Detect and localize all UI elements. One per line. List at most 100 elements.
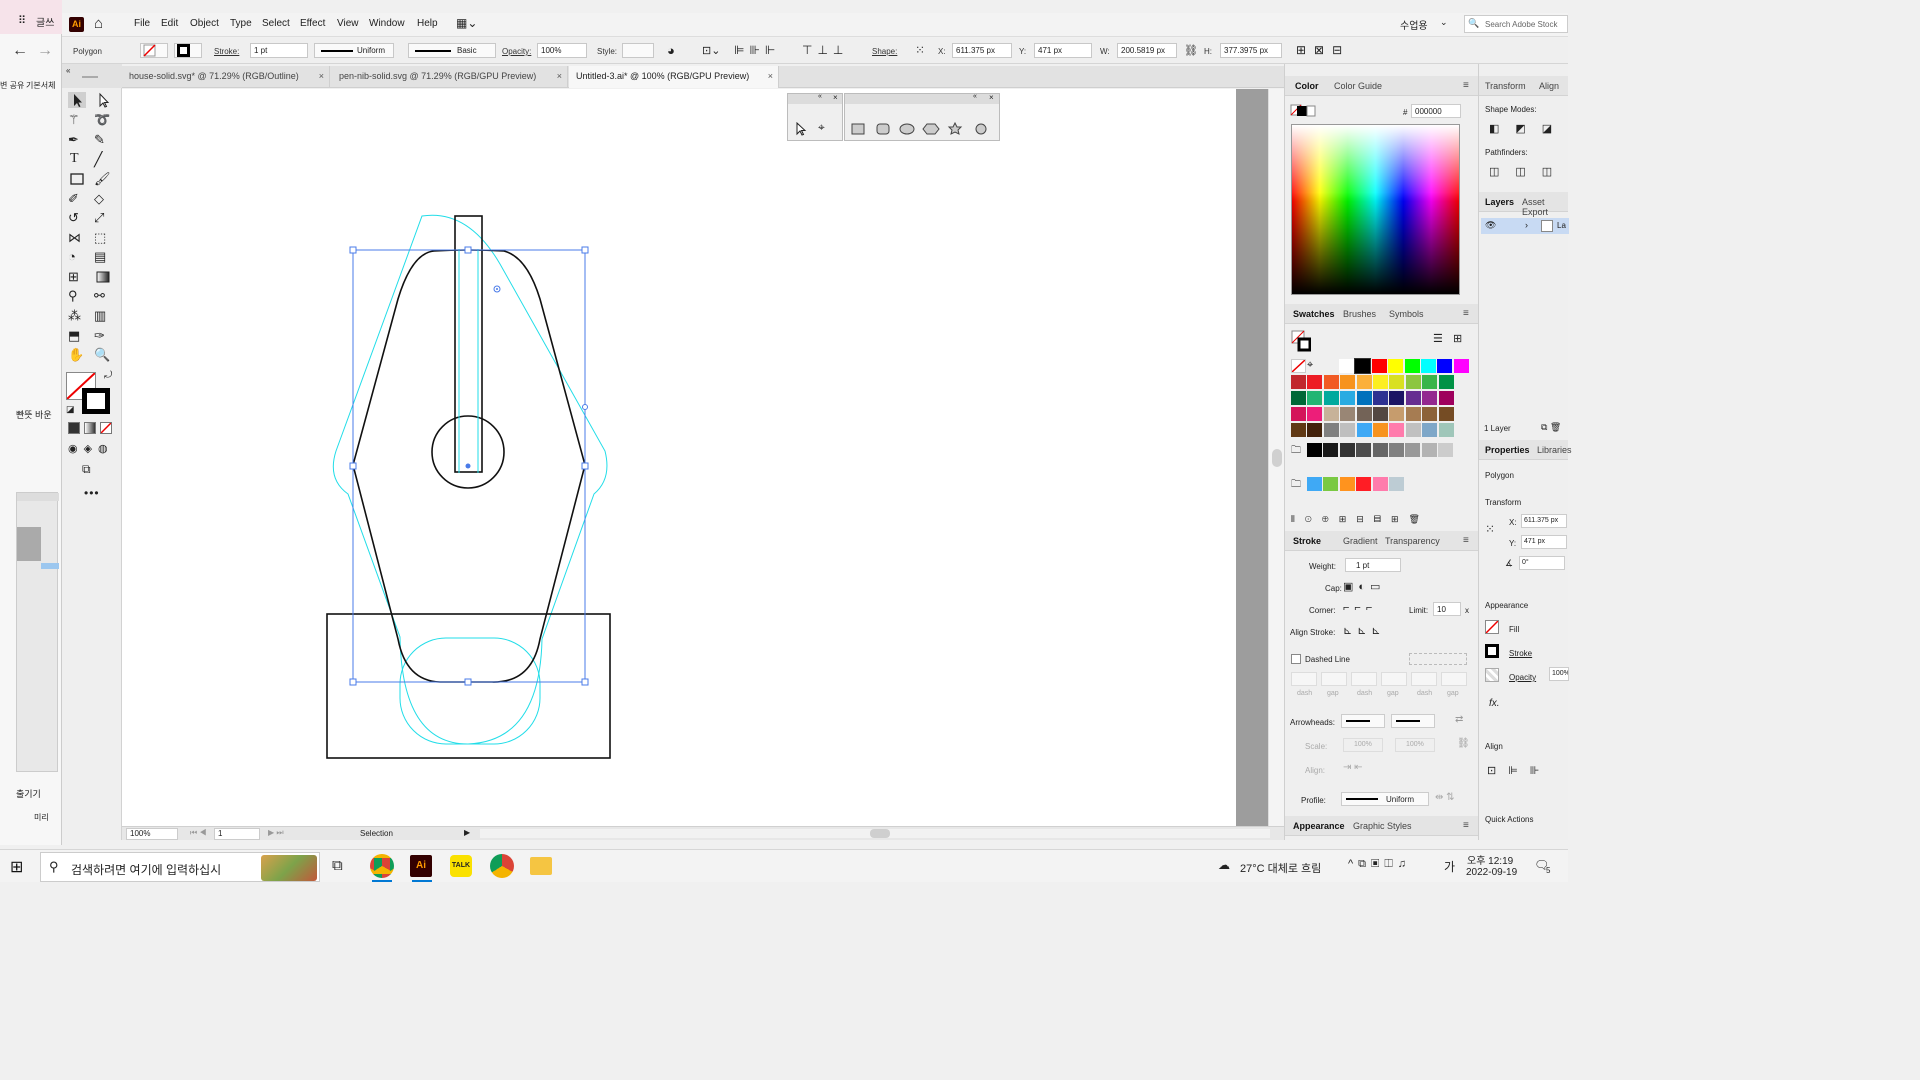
panel-menu-icon[interactable]: ≡ — [1463, 820, 1469, 831]
dash-gap-field[interactable] — [1441, 672, 1467, 686]
swatch-registration[interactable]: ⌖ — [1307, 359, 1322, 373]
stroke-color-selector[interactable] — [174, 43, 202, 58]
shaper-tool[interactable]: ✐ — [68, 191, 86, 207]
fill-selector[interactable] — [140, 43, 168, 58]
swatch[interactable] — [1307, 391, 1323, 405]
dash-gap-field[interactable] — [1381, 672, 1407, 686]
artboard-nav-prev[interactable]: ⏮ ◀ — [190, 828, 207, 838]
width-field[interactable]: 200.5819 px — [1117, 43, 1177, 58]
tray-icons[interactable]: ^⧉▣◫♫ — [1348, 858, 1411, 871]
hand-tool[interactable]: ✋ — [68, 347, 86, 363]
stroke-link[interactable]: Stroke — [1509, 649, 1532, 658]
menu-effect[interactable]: Effect — [300, 18, 325, 29]
panel-menu-icon[interactable]: ≡ — [1463, 80, 1469, 91]
swatch[interactable] — [1291, 375, 1306, 389]
color-spectrum[interactable] — [1291, 124, 1460, 295]
rotate-tool[interactable]: ↺ — [68, 210, 86, 226]
swatch[interactable] — [1323, 375, 1339, 389]
swatch[interactable] — [1422, 391, 1438, 405]
scale-end-field[interactable]: 100% — [1395, 738, 1435, 752]
tab-align[interactable]: Align — [1539, 81, 1559, 91]
workspace-switcher[interactable]: 수업용 — [1400, 17, 1428, 32]
menu-file[interactable]: File — [134, 18, 150, 29]
swatch[interactable] — [1307, 443, 1322, 457]
menu-view[interactable]: View — [337, 18, 359, 29]
type-tool[interactable]: T — [70, 151, 88, 167]
eye-icon[interactable]: 👁 — [1485, 220, 1496, 231]
column-graph-tool[interactable]: ▥ — [94, 308, 112, 324]
illustrator-taskbar-icon[interactable]: Ai — [410, 855, 432, 877]
swatch[interactable] — [1405, 375, 1421, 389]
pathfinder-buttons[interactable]: ◫◫◫ — [1489, 165, 1568, 178]
tab-layers[interactable]: Layers — [1485, 197, 1514, 207]
swatch[interactable] — [1356, 391, 1372, 405]
swatch-fill-stroke[interactable] — [1291, 330, 1312, 352]
arrowhead-start-select[interactable] — [1341, 714, 1385, 728]
tab-symbols[interactable]: Symbols — [1389, 309, 1424, 319]
stock-search-box[interactable]: 🔍 Search Adobe Stock — [1464, 15, 1568, 33]
file-explorer-icon[interactable] — [530, 857, 552, 875]
dash-align-buttons[interactable] — [1409, 653, 1467, 665]
height-field[interactable]: 377.3975 px — [1220, 43, 1282, 58]
tab-untitled-3[interactable]: Untitled-3.ai* @ 100% (RGB/GPU Preview) × — [569, 66, 779, 88]
tab-asset-export[interactable]: Asset Export — [1522, 197, 1568, 217]
free-transform-tool[interactable]: ⬚ — [94, 230, 112, 246]
menu-object[interactable]: Object — [190, 18, 219, 29]
tab-libraries[interactable]: Libraries — [1537, 445, 1572, 455]
swatch[interactable] — [1371, 359, 1387, 373]
corner-buttons[interactable]: ⌐⌐⌐ — [1343, 602, 1377, 614]
arrow-align-buttons[interactable]: ⇥ ⇤ — [1343, 762, 1363, 773]
reference-point-icon[interactable]: ⁙ — [915, 43, 925, 57]
properties-align-buttons[interactable]: ⊡⊫⊪ — [1487, 764, 1551, 777]
recolor-icon[interactable]: ◕ — [667, 43, 675, 58]
swatch[interactable] — [1356, 407, 1372, 421]
shape-label[interactable]: Shape: — [872, 47, 897, 56]
y-field[interactable]: 471 px — [1034, 43, 1092, 58]
panel-menu-icon[interactable]: ≡ — [1463, 535, 1469, 546]
dashed-line-checkbox[interactable] — [1291, 654, 1301, 664]
color-mode-icon[interactable] — [68, 422, 80, 434]
swatch[interactable] — [1438, 443, 1454, 457]
tab-pen-nib-solid[interactable]: pen-nib-solid.svg @ 71.29% (RGB/GPU Prev… — [332, 66, 568, 88]
swatch[interactable] — [1405, 423, 1421, 437]
zoom-tool[interactable]: 🔍 — [94, 347, 112, 363]
swatch[interactable] — [1372, 443, 1388, 457]
align-buttons[interactable]: ⊫⊪⊩ — [734, 43, 780, 57]
swatch[interactable] — [1356, 443, 1372, 457]
tab-graphic-styles[interactable]: Graphic Styles — [1353, 821, 1412, 831]
align-stroke-buttons[interactable]: ⊾⊾⊾ — [1343, 624, 1386, 637]
tab-transform[interactable]: Transform — [1485, 81, 1526, 91]
dash-gap-field[interactable] — [1291, 672, 1317, 686]
slice-tool[interactable]: ✑ — [94, 328, 112, 344]
swatch[interactable] — [1307, 407, 1323, 421]
swatch[interactable] — [1307, 375, 1323, 389]
tab-transparency[interactable]: Transparency — [1385, 536, 1440, 546]
swatch[interactable] — [1373, 407, 1388, 421]
windows-start-icon[interactable]: ⊞ — [10, 857, 23, 877]
opacity-field[interactable]: 100% — [537, 43, 587, 58]
swatch[interactable] — [1389, 443, 1404, 457]
menu-help[interactable]: Help — [417, 18, 438, 29]
close-icon[interactable]: × — [319, 71, 324, 81]
swatch[interactable] — [1307, 477, 1322, 491]
swatch[interactable] — [1389, 375, 1405, 389]
curvature-tool[interactable]: ✎ — [94, 132, 112, 148]
swatch[interactable] — [1373, 391, 1388, 405]
fill-swatch-mini[interactable] — [1485, 620, 1499, 634]
tab-swatches[interactable]: Swatches — [1293, 309, 1335, 319]
zoom-field[interactable]: 100% — [126, 828, 178, 840]
reference-point-icon[interactable]: ⁙ — [1485, 522, 1495, 536]
swatch[interactable] — [1323, 477, 1339, 491]
weather-icon[interactable]: ☁ — [1218, 858, 1230, 872]
swatch[interactable] — [1373, 423, 1388, 437]
kakaotalk-icon[interactable]: TALK — [450, 855, 472, 877]
swatch[interactable] — [1421, 443, 1437, 457]
rectangle-tool[interactable] — [68, 171, 86, 187]
expand-layer-icon[interactable]: › — [1525, 220, 1528, 230]
swatch[interactable] — [1405, 391, 1421, 405]
magic-wand-tool[interactable]: ⚚ — [68, 112, 86, 128]
prop-y-field[interactable]: 471 px — [1521, 535, 1567, 549]
swatch[interactable] — [1340, 407, 1356, 421]
eraser-tool[interactable]: ◇ — [94, 191, 112, 207]
menu-edit[interactable]: Edit — [161, 18, 178, 29]
